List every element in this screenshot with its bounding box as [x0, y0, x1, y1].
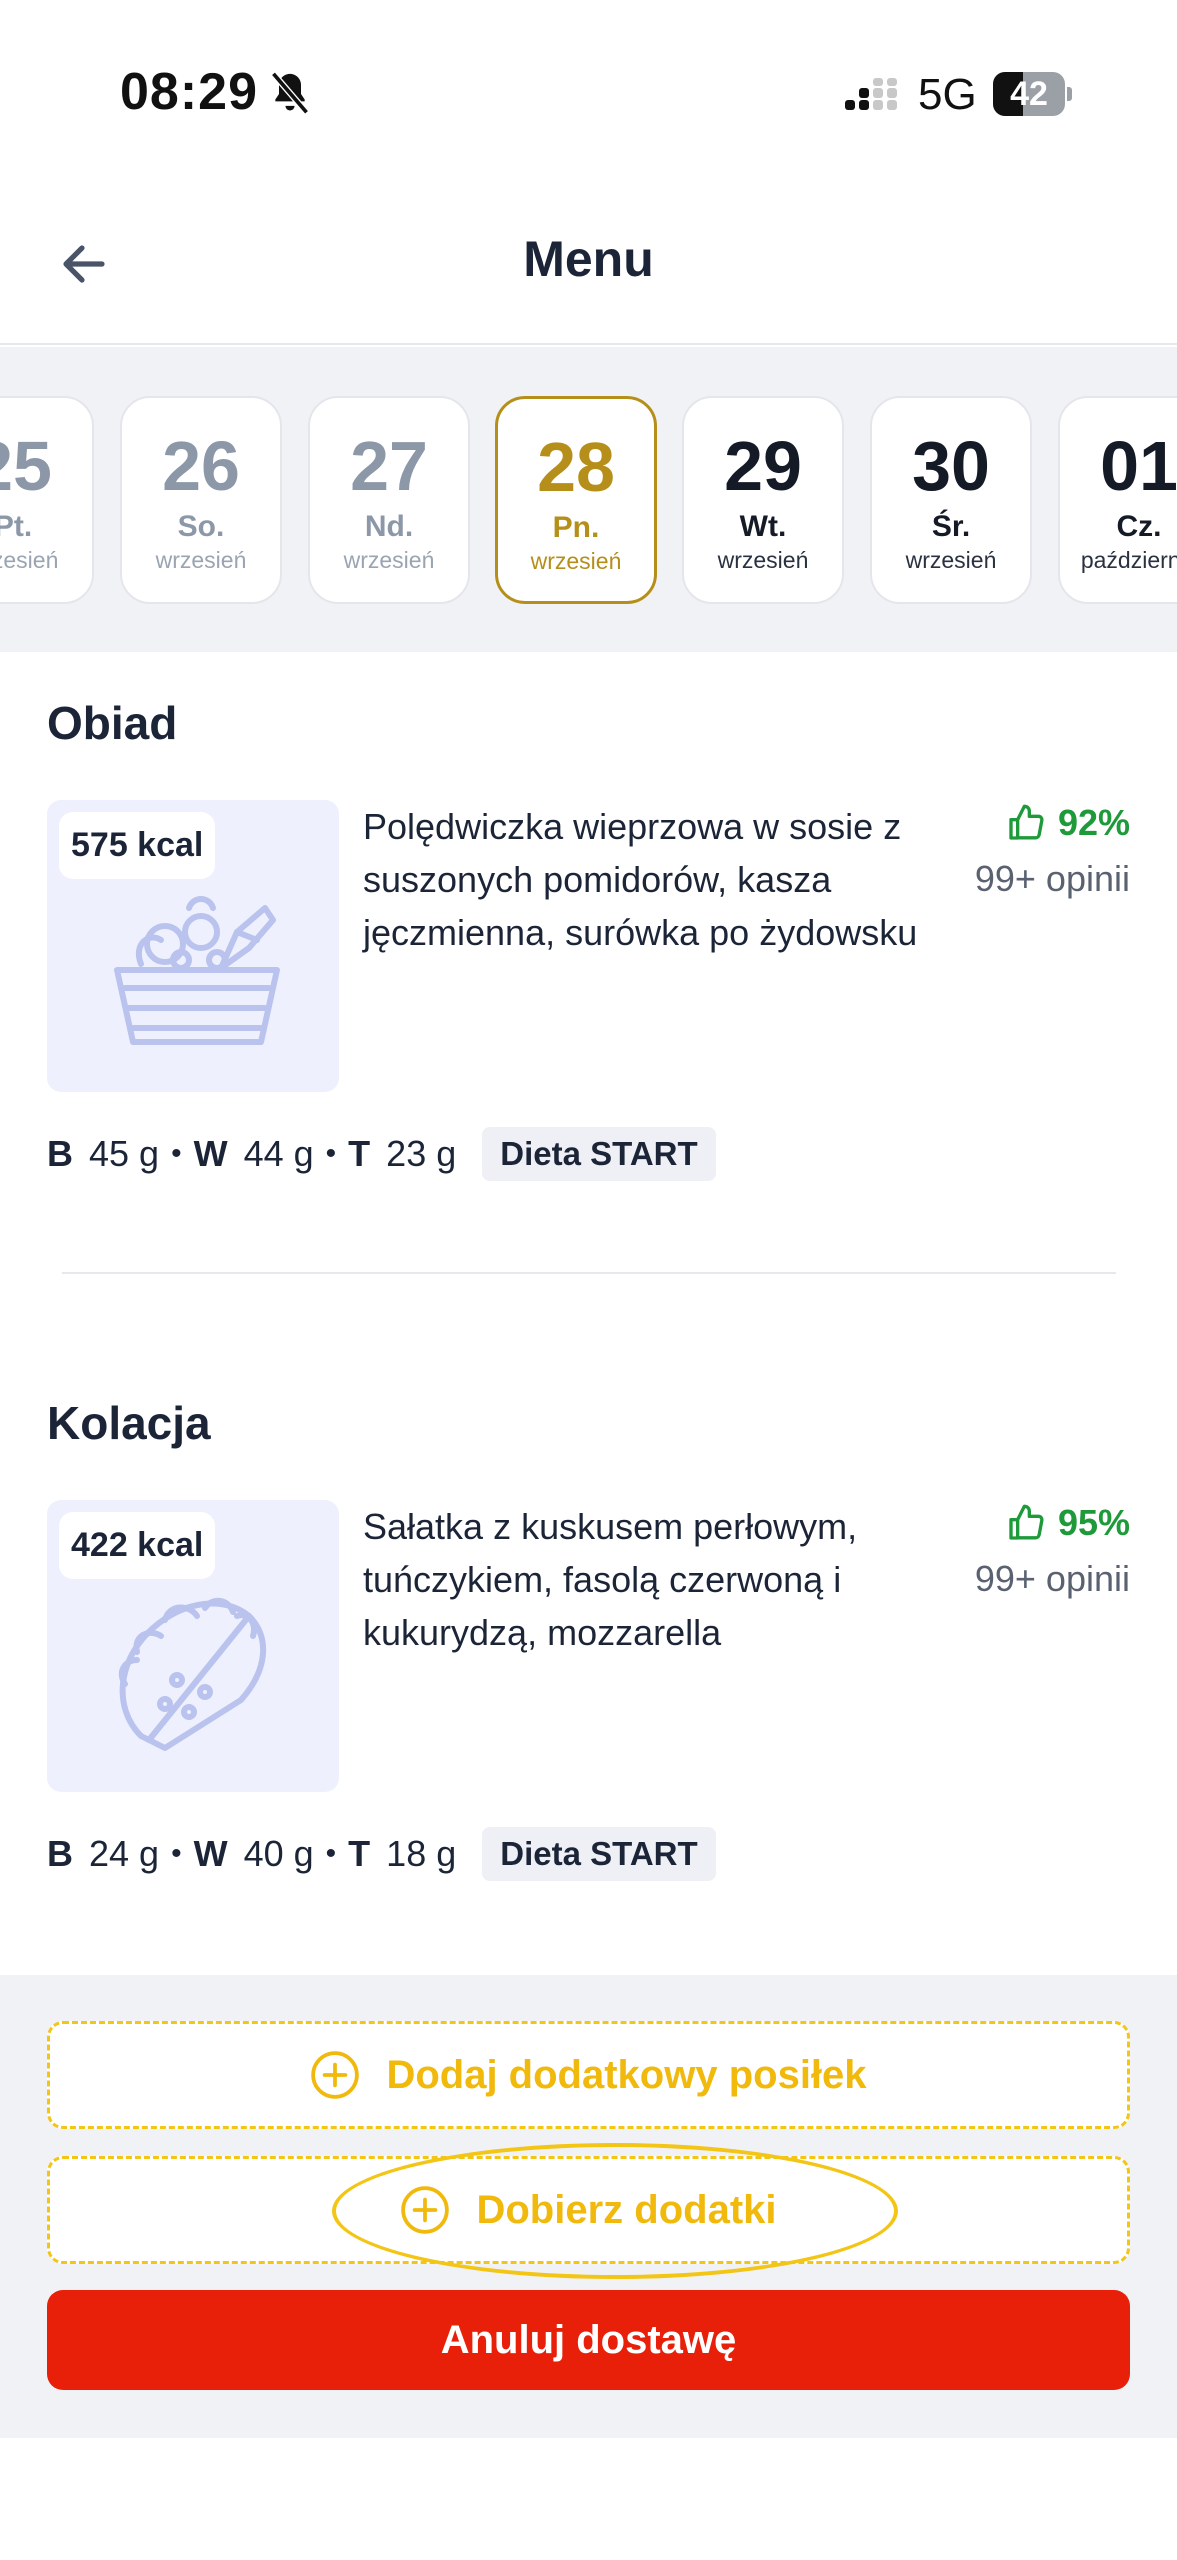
day-number: 01 [1100, 427, 1177, 505]
diet-tag: Dieta START [482, 1127, 716, 1181]
battery-level: 42 [1010, 75, 1048, 113]
review-count[interactable]: 99+ opinii [975, 1558, 1130, 1600]
day-number: 26 [162, 427, 240, 505]
add-extras-button[interactable]: Dobierz dodatki [47, 2156, 1130, 2264]
day-name: Cz. [1116, 510, 1162, 543]
review-count[interactable]: 99+ opinii [975, 858, 1130, 900]
meal-title: Kolacja [47, 1397, 211, 1449]
meal-image[interactable]: 575 kcal [47, 800, 339, 1092]
macros-row: B 24 g • W 40 g • T 18 g Dieta START [47, 1826, 716, 1882]
day-month: październik [1080, 547, 1177, 573]
add-extra-meal-label: Dodaj dodatkowy posiłek [386, 2052, 867, 2097]
day-month: wrzesień [530, 548, 622, 574]
meal-image[interactable]: 422 kcal [47, 1500, 339, 1792]
day-card-29[interactable]: 29 Wt. wrzesień [682, 396, 844, 604]
app-header: Menu [0, 190, 1177, 345]
day-month: wrzesień [343, 547, 435, 573]
day-number: 30 [912, 427, 990, 505]
carbs-value: 44 g [243, 1133, 314, 1174]
day-name: Wt. [739, 510, 787, 543]
day-card-01[interactable]: 01 Cz. październik [1058, 396, 1177, 604]
day-card-30[interactable]: 30 Śr. wrzesień [870, 396, 1032, 604]
fat-label: T [348, 1833, 371, 1874]
rating-percent: 95% [1057, 1502, 1130, 1543]
day-name: So. [177, 510, 225, 543]
day-number: 25 [0, 427, 52, 505]
day-number: 27 [350, 427, 428, 505]
date-selector[interactable]: 25 Pt. wrzesień 26 So. wrzesień 27 Nd. w… [0, 347, 1177, 652]
meal-name[interactable]: Polędwiczka wieprzowa w sosie z suszonyc… [363, 800, 923, 959]
protein-value: 45 g [89, 1133, 160, 1174]
add-extras-label: Dobierz dodatki [476, 2187, 777, 2232]
network-type: 5G [918, 70, 977, 119]
protein-label: B [47, 1833, 73, 1874]
meal-title: Obiad [47, 697, 178, 749]
day-card-28-selected[interactable]: 28 Pn. wrzesień [495, 396, 657, 604]
cancel-delivery-button[interactable]: Anuluj dostawę [47, 2290, 1130, 2390]
plus-circle-icon [311, 2051, 360, 2099]
day-name: Nd. [364, 510, 414, 543]
day-month: wrzesień [905, 547, 997, 573]
taco-icon [118, 1597, 267, 1751]
fat-value: 23 g [386, 1133, 457, 1174]
protein-value: 24 g [89, 1833, 160, 1874]
day-card-26[interactable]: 26 So. wrzesień [120, 396, 282, 604]
signal-icon [845, 78, 897, 110]
fat-label: T [348, 1133, 371, 1174]
actions-panel: Dodaj dodatkowy posiłek Dobierz dodatki … [0, 1975, 1177, 2438]
day-name: Śr. [931, 510, 971, 543]
diet-tag: Dieta START [482, 1827, 716, 1881]
day-number: 28 [537, 428, 615, 506]
meal-rating: 92% 99+ opinii [975, 802, 1130, 900]
thumbs-up-icon [1009, 1504, 1044, 1540]
battery-icon: 42 [993, 72, 1072, 116]
rating-percent: 92% [1057, 802, 1130, 843]
carbs-label: W [193, 1133, 228, 1174]
day-number: 29 [724, 427, 802, 505]
divider [62, 1272, 1116, 1274]
day-month: wrzesień [717, 547, 809, 573]
bell-off-icon [271, 71, 309, 115]
day-card-27[interactable]: 27 Nd. wrzesień [308, 396, 470, 604]
carbs-label: W [193, 1833, 228, 1874]
status-bar: 08:29 5G 42 [0, 0, 1177, 190]
day-month: wrzesień [155, 547, 247, 573]
thumbs-up-icon [1009, 804, 1044, 840]
page-title: Menu [523, 231, 654, 287]
add-extra-meal-button[interactable]: Dodaj dodatkowy posiłek [47, 2021, 1130, 2129]
fat-value: 18 g [386, 1833, 457, 1874]
cancel-delivery-label: Anuluj dostawę [440, 2317, 737, 2362]
day-month: wrzesień [0, 547, 59, 573]
plus-circle-icon [401, 2186, 450, 2234]
protein-label: B [47, 1133, 73, 1174]
day-name: Pn. [552, 511, 600, 544]
macros-row: B 45 g • W 44 g • T 23 g Dieta START [47, 1126, 716, 1182]
day-card-25[interactable]: 25 Pt. wrzesień [0, 396, 94, 604]
carbs-value: 40 g [243, 1833, 314, 1874]
day-name: Pt. [0, 510, 33, 543]
salad-bowl-icon [114, 896, 280, 1045]
meal-rating: 95% 99+ opinii [975, 1502, 1130, 1600]
meal-name[interactable]: Sałatka z kuskusem perłowym, tuńczykiem,… [363, 1500, 923, 1659]
status-time: 08:29 [120, 63, 258, 121]
